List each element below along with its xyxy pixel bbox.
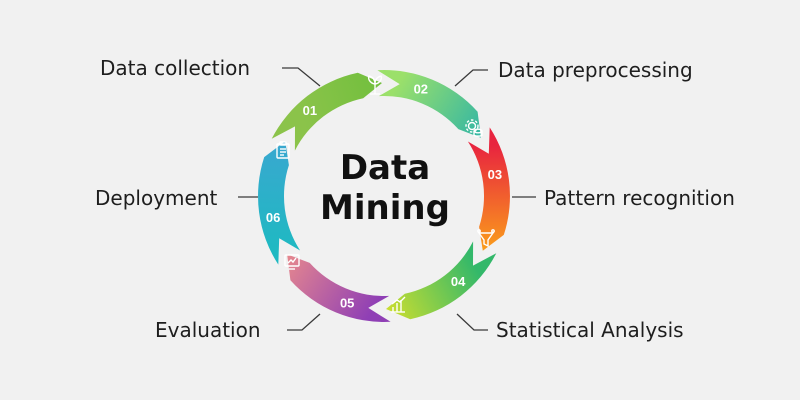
leader-line-evaluation bbox=[287, 313, 321, 331]
title-line-2: Mining bbox=[320, 188, 450, 228]
step-number-04: 04 bbox=[451, 274, 466, 289]
cycle-segment-evaluation bbox=[287, 254, 391, 322]
cycle-segment-statistical-analysis bbox=[386, 241, 497, 320]
step-number-06: 06 bbox=[266, 210, 280, 225]
step-label-statistical-analysis: Statistical Analysis bbox=[496, 318, 684, 342]
step-label-pattern-recognition: Pattern recognition bbox=[544, 186, 735, 210]
step-label-evaluation: Evaluation bbox=[155, 318, 261, 342]
step-label-data-preprocessing: Data preprocessing bbox=[498, 58, 693, 82]
step-number-05: 05 bbox=[340, 295, 354, 310]
diagram-title: Data Mining bbox=[300, 148, 470, 228]
leader-line-collection bbox=[282, 67, 321, 87]
cycle-segment-pattern-recognition bbox=[467, 127, 510, 251]
cycle-segment-preprocessing bbox=[377, 70, 481, 138]
title-line-1: Data bbox=[339, 148, 431, 188]
data-mining-cycle-diagram: 01 02 03 04 05 06 Data Mining Data collection… bbox=[0, 0, 800, 400]
step-label-data-collection: Data collection bbox=[100, 56, 251, 80]
step-number-01: 01 bbox=[303, 103, 317, 118]
cycle-segment-deployment bbox=[258, 141, 301, 265]
cycle-segment-collection bbox=[271, 72, 382, 151]
step-label-deployment: Deployment bbox=[95, 186, 218, 210]
step-number-02: 02 bbox=[414, 82, 428, 97]
step-number-03: 03 bbox=[488, 167, 502, 182]
leader-line-preprocessing bbox=[454, 69, 488, 87]
leader-line-statistical-analysis bbox=[456, 313, 488, 331]
